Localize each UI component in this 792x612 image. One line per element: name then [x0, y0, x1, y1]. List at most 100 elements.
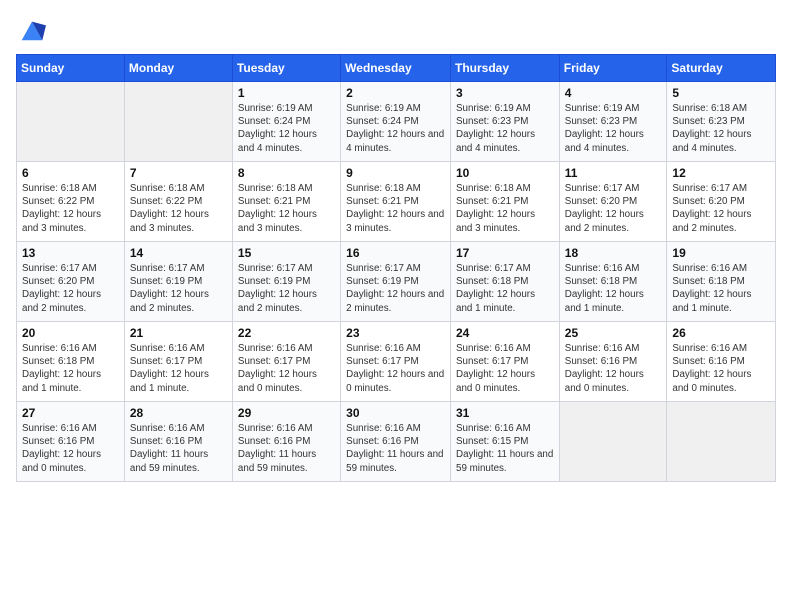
- day-info: Sunrise: 6:16 AM Sunset: 6:18 PM Dayligh…: [672, 263, 751, 314]
- calendar-day-cell: 7 Sunrise: 6:18 AM Sunset: 6:22 PM Dayli…: [124, 162, 232, 242]
- calendar-day-cell: 15 Sunrise: 6:17 AM Sunset: 6:19 PM Dayl…: [232, 242, 340, 322]
- day-number: 19: [672, 246, 770, 260]
- day-number: 18: [565, 246, 662, 260]
- day-info: Sunrise: 6:16 AM Sunset: 6:17 PM Dayligh…: [238, 343, 317, 394]
- day-info: Sunrise: 6:18 AM Sunset: 6:22 PM Dayligh…: [130, 183, 209, 234]
- day-info: Sunrise: 6:16 AM Sunset: 6:16 PM Dayligh…: [238, 423, 316, 474]
- day-info: Sunrise: 6:17 AM Sunset: 6:19 PM Dayligh…: [130, 263, 209, 314]
- weekday-header: Wednesday: [341, 55, 451, 82]
- day-number: 7: [130, 166, 227, 180]
- day-info: Sunrise: 6:19 AM Sunset: 6:23 PM Dayligh…: [456, 103, 535, 154]
- day-number: 9: [346, 166, 445, 180]
- day-info: Sunrise: 6:16 AM Sunset: 6:16 PM Dayligh…: [22, 423, 101, 474]
- day-number: 8: [238, 166, 335, 180]
- weekday-header: Monday: [124, 55, 232, 82]
- day-info: Sunrise: 6:18 AM Sunset: 6:23 PM Dayligh…: [672, 103, 751, 154]
- day-number: 3: [456, 86, 554, 100]
- day-number: 2: [346, 86, 445, 100]
- day-info: Sunrise: 6:16 AM Sunset: 6:16 PM Dayligh…: [672, 343, 751, 394]
- day-number: 6: [22, 166, 119, 180]
- calendar-day-cell: 20 Sunrise: 6:16 AM Sunset: 6:18 PM Dayl…: [17, 322, 125, 402]
- day-number: 17: [456, 246, 554, 260]
- calendar-header: SundayMondayTuesdayWednesdayThursdayFrid…: [17, 55, 776, 82]
- day-number: 10: [456, 166, 554, 180]
- calendar-day-cell: 10 Sunrise: 6:18 AM Sunset: 6:21 PM Dayl…: [451, 162, 560, 242]
- calendar-day-cell: 6 Sunrise: 6:18 AM Sunset: 6:22 PM Dayli…: [17, 162, 125, 242]
- calendar-day-cell: 27 Sunrise: 6:16 AM Sunset: 6:16 PM Dayl…: [17, 402, 125, 482]
- day-info: Sunrise: 6:16 AM Sunset: 6:17 PM Dayligh…: [346, 343, 444, 394]
- day-info: Sunrise: 6:18 AM Sunset: 6:21 PM Dayligh…: [456, 183, 535, 234]
- calendar-day-cell: [559, 402, 667, 482]
- calendar-day-cell: 2 Sunrise: 6:19 AM Sunset: 6:24 PM Dayli…: [341, 82, 451, 162]
- day-number: 22: [238, 326, 335, 340]
- day-number: 26: [672, 326, 770, 340]
- day-info: Sunrise: 6:16 AM Sunset: 6:17 PM Dayligh…: [456, 343, 535, 394]
- day-number: 12: [672, 166, 770, 180]
- day-info: Sunrise: 6:18 AM Sunset: 6:21 PM Dayligh…: [238, 183, 317, 234]
- day-info: Sunrise: 6:17 AM Sunset: 6:20 PM Dayligh…: [672, 183, 751, 234]
- day-number: 20: [22, 326, 119, 340]
- calendar-day-cell: [17, 82, 125, 162]
- day-number: 23: [346, 326, 445, 340]
- day-number: 14: [130, 246, 227, 260]
- weekday-row: SundayMondayTuesdayWednesdayThursdayFrid…: [17, 55, 776, 82]
- day-number: 31: [456, 406, 554, 420]
- calendar-day-cell: 16 Sunrise: 6:17 AM Sunset: 6:19 PM Dayl…: [341, 242, 451, 322]
- calendar-day-cell: 24 Sunrise: 6:16 AM Sunset: 6:17 PM Dayl…: [451, 322, 560, 402]
- day-info: Sunrise: 6:17 AM Sunset: 6:19 PM Dayligh…: [346, 263, 444, 314]
- weekday-header: Tuesday: [232, 55, 340, 82]
- day-number: 24: [456, 326, 554, 340]
- calendar-day-cell: 14 Sunrise: 6:17 AM Sunset: 6:19 PM Dayl…: [124, 242, 232, 322]
- day-number: 11: [565, 166, 662, 180]
- calendar-day-cell: 19 Sunrise: 6:16 AM Sunset: 6:18 PM Dayl…: [667, 242, 776, 322]
- day-info: Sunrise: 6:17 AM Sunset: 6:20 PM Dayligh…: [565, 183, 644, 234]
- calendar-day-cell: 1 Sunrise: 6:19 AM Sunset: 6:24 PM Dayli…: [232, 82, 340, 162]
- calendar-day-cell: 28 Sunrise: 6:16 AM Sunset: 6:16 PM Dayl…: [124, 402, 232, 482]
- logo-icon: [18, 16, 46, 44]
- day-info: Sunrise: 6:16 AM Sunset: 6:16 PM Dayligh…: [346, 423, 443, 474]
- day-info: Sunrise: 6:18 AM Sunset: 6:22 PM Dayligh…: [22, 183, 101, 234]
- day-info: Sunrise: 6:16 AM Sunset: 6:16 PM Dayligh…: [565, 343, 644, 394]
- calendar-week-row: 27 Sunrise: 6:16 AM Sunset: 6:16 PM Dayl…: [17, 402, 776, 482]
- calendar-day-cell: 23 Sunrise: 6:16 AM Sunset: 6:17 PM Dayl…: [341, 322, 451, 402]
- day-number: 25: [565, 326, 662, 340]
- calendar-day-cell: 13 Sunrise: 6:17 AM Sunset: 6:20 PM Dayl…: [17, 242, 125, 322]
- calendar-week-row: 13 Sunrise: 6:17 AM Sunset: 6:20 PM Dayl…: [17, 242, 776, 322]
- day-info: Sunrise: 6:19 AM Sunset: 6:24 PM Dayligh…: [238, 103, 317, 154]
- page-header: [16, 16, 776, 44]
- day-info: Sunrise: 6:16 AM Sunset: 6:16 PM Dayligh…: [130, 423, 208, 474]
- day-number: 30: [346, 406, 445, 420]
- calendar-day-cell: 12 Sunrise: 6:17 AM Sunset: 6:20 PM Dayl…: [667, 162, 776, 242]
- calendar-day-cell: 11 Sunrise: 6:17 AM Sunset: 6:20 PM Dayl…: [559, 162, 667, 242]
- day-number: 16: [346, 246, 445, 260]
- calendar-day-cell: 17 Sunrise: 6:17 AM Sunset: 6:18 PM Dayl…: [451, 242, 560, 322]
- calendar-day-cell: 21 Sunrise: 6:16 AM Sunset: 6:17 PM Dayl…: [124, 322, 232, 402]
- day-number: 4: [565, 86, 662, 100]
- day-info: Sunrise: 6:16 AM Sunset: 6:15 PM Dayligh…: [456, 423, 553, 474]
- day-info: Sunrise: 6:19 AM Sunset: 6:24 PM Dayligh…: [346, 103, 444, 154]
- calendar-day-cell: 30 Sunrise: 6:16 AM Sunset: 6:16 PM Dayl…: [341, 402, 451, 482]
- weekday-header: Saturday: [667, 55, 776, 82]
- calendar-day-cell: 22 Sunrise: 6:16 AM Sunset: 6:17 PM Dayl…: [232, 322, 340, 402]
- calendar-day-cell: 3 Sunrise: 6:19 AM Sunset: 6:23 PM Dayli…: [451, 82, 560, 162]
- day-number: 1: [238, 86, 335, 100]
- calendar-day-cell: 18 Sunrise: 6:16 AM Sunset: 6:18 PM Dayl…: [559, 242, 667, 322]
- calendar-day-cell: 25 Sunrise: 6:16 AM Sunset: 6:16 PM Dayl…: [559, 322, 667, 402]
- calendar-week-row: 1 Sunrise: 6:19 AM Sunset: 6:24 PM Dayli…: [17, 82, 776, 162]
- calendar-day-cell: [124, 82, 232, 162]
- calendar-week-row: 6 Sunrise: 6:18 AM Sunset: 6:22 PM Dayli…: [17, 162, 776, 242]
- day-info: Sunrise: 6:16 AM Sunset: 6:17 PM Dayligh…: [130, 343, 209, 394]
- day-info: Sunrise: 6:18 AM Sunset: 6:21 PM Dayligh…: [346, 183, 444, 234]
- calendar-table: SundayMondayTuesdayWednesdayThursdayFrid…: [16, 54, 776, 482]
- day-info: Sunrise: 6:16 AM Sunset: 6:18 PM Dayligh…: [22, 343, 101, 394]
- day-number: 13: [22, 246, 119, 260]
- day-info: Sunrise: 6:17 AM Sunset: 6:20 PM Dayligh…: [22, 263, 101, 314]
- calendar-day-cell: [667, 402, 776, 482]
- calendar-day-cell: 31 Sunrise: 6:16 AM Sunset: 6:15 PM Dayl…: [451, 402, 560, 482]
- calendar-day-cell: 29 Sunrise: 6:16 AM Sunset: 6:16 PM Dayl…: [232, 402, 340, 482]
- calendar-day-cell: 9 Sunrise: 6:18 AM Sunset: 6:21 PM Dayli…: [341, 162, 451, 242]
- calendar-day-cell: 26 Sunrise: 6:16 AM Sunset: 6:16 PM Dayl…: [667, 322, 776, 402]
- day-info: Sunrise: 6:16 AM Sunset: 6:18 PM Dayligh…: [565, 263, 644, 314]
- calendar-day-cell: 5 Sunrise: 6:18 AM Sunset: 6:23 PM Dayli…: [667, 82, 776, 162]
- weekday-header: Friday: [559, 55, 667, 82]
